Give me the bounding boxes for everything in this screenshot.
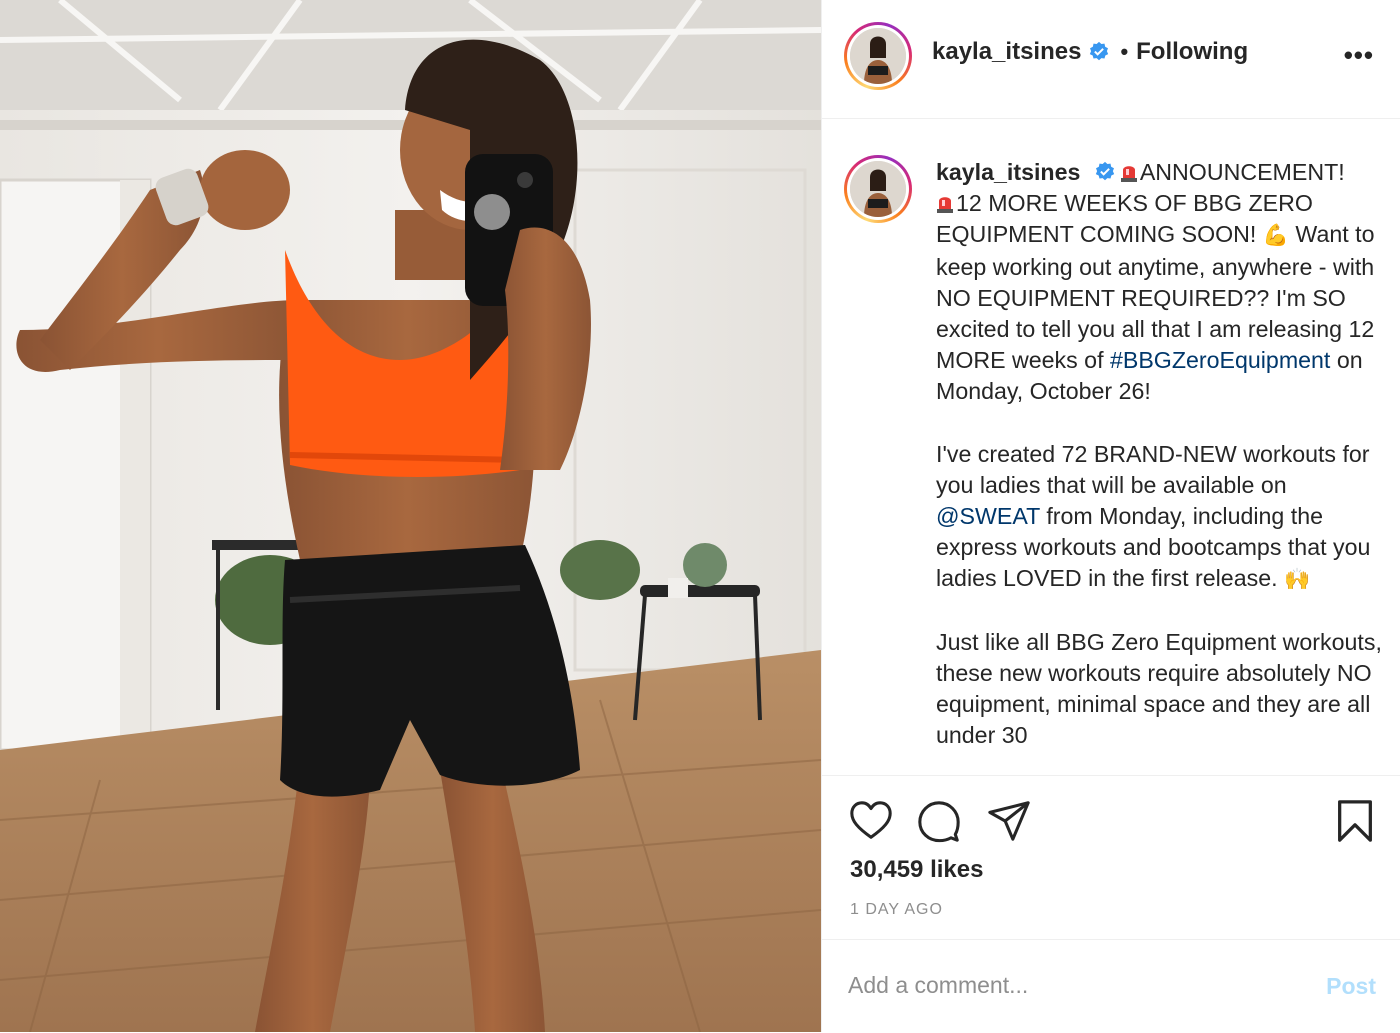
username-link[interactable]: kayla_itsines <box>932 38 1081 66</box>
hashtag-link[interactable]: #BBGZeroEquipment <box>1110 347 1330 373</box>
comment-input[interactable] <box>848 972 1268 999</box>
separator-dot: • <box>1120 39 1129 64</box>
post-timestamp[interactable]: 1 DAY AGO <box>850 901 943 919</box>
avatar[interactable] <box>844 22 912 90</box>
siren-icon <box>1120 166 1137 182</box>
muscle-emoji-icon: 💪 <box>1262 223 1289 248</box>
caption-text: kayla_itsines ANNOUNCEMENT! 12 MORE WEEK… <box>936 157 1386 751</box>
heart-icon[interactable] <box>848 798 894 844</box>
more-options-button[interactable]: ••• <box>1344 42 1374 68</box>
comment-bar: Post <box>822 939 1400 1033</box>
share-icon[interactable] <box>986 798 1032 844</box>
caption-avatar[interactable] <box>844 155 912 223</box>
verified-badge-icon <box>1090 41 1109 61</box>
header-user-row: kayla_itsines • Following <box>932 38 1248 66</box>
post-photo[interactable] <box>0 0 821 1032</box>
comment-icon[interactable] <box>916 798 962 844</box>
likes-count[interactable]: 30,459 likes <box>850 856 983 884</box>
verified-badge-icon <box>1095 161 1115 181</box>
instagram-post: kayla_itsines • Following ••• kayla_itsi… <box>0 0 1400 1032</box>
following-button[interactable]: Following <box>1136 38 1248 66</box>
bookmark-icon[interactable] <box>1332 798 1378 844</box>
avatar-image <box>850 28 906 84</box>
post-sidebar: kayla_itsines • Following ••• kayla_itsi… <box>821 0 1400 1032</box>
post-comment-button[interactable]: Post <box>1326 973 1376 1000</box>
caption-username[interactable]: kayla_itsines <box>936 159 1080 185</box>
action-bar: 30,459 likes 1 DAY AGO <box>822 775 1400 940</box>
photo-illustration <box>0 0 821 1032</box>
caption-line-2: 12 MORE WEEKS OF BBG ZERO EQUIPMENT COMI… <box>936 190 1313 248</box>
caption-line-5: I've created 72 BRAND-NEW workouts for y… <box>936 440 1370 498</box>
mention-link[interactable]: @SWEAT <box>936 503 1040 529</box>
siren-icon <box>937 197 953 214</box>
caption-line-1: ANNOUNCEMENT! <box>1139 159 1345 185</box>
raised-hands-emoji-icon: 🙌 <box>1283 567 1311 592</box>
post-header: kayla_itsines • Following ••• <box>822 0 1400 119</box>
caption-line-7: Just like all BBG Zero Equipment workout… <box>936 628 1382 749</box>
avatar-image <box>850 161 906 217</box>
caption-area: kayla_itsines ANNOUNCEMENT! 12 MORE WEEK… <box>822 119 1400 770</box>
